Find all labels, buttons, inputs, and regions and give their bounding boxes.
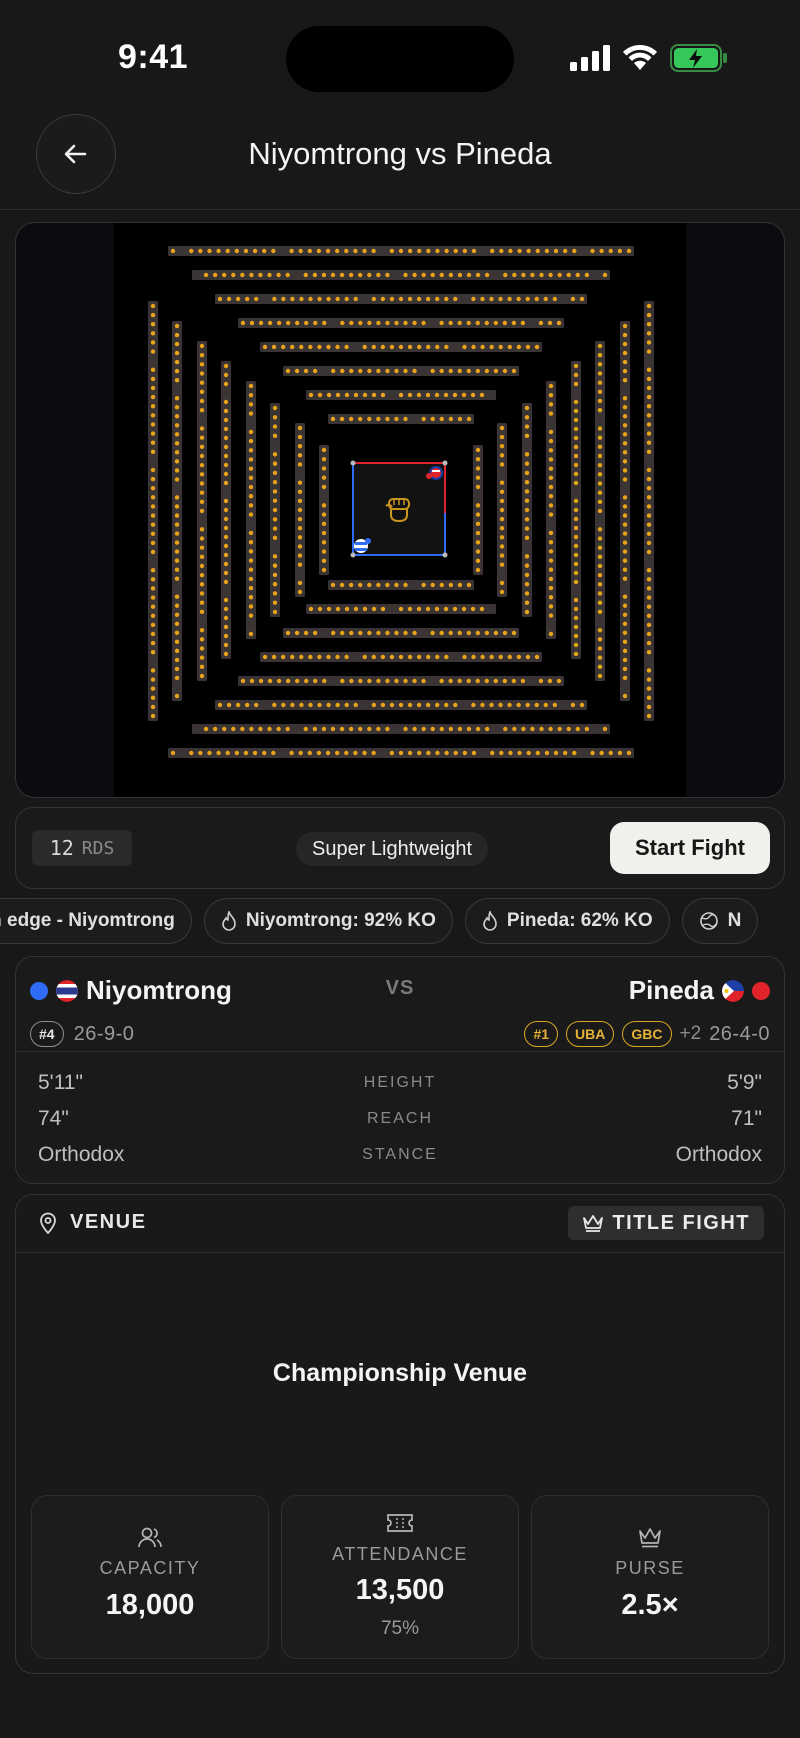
arena-seating-map <box>114 223 686 797</box>
belt-badge-uba: UBA <box>566 1021 615 1047</box>
venue-label-text: VENUE <box>70 1211 147 1233</box>
venue-section-label: VENUE <box>38 1211 146 1234</box>
rank-badge: #1 <box>524 1021 559 1047</box>
title-fight-badge: TITLE FIGHT <box>568 1206 764 1240</box>
weight-class-pill[interactable]: Super Lightweight <box>296 832 489 866</box>
belt-badge-gbc: GBC <box>622 1021 672 1047</box>
status-bar: 9:41 <box>0 0 800 110</box>
status-icons <box>570 44 728 72</box>
rounds-value: 12 <box>49 836 74 860</box>
page-title: Niyomtrong vs Pineda <box>248 136 552 171</box>
venue-name: Championship Venue <box>272 1359 528 1387</box>
signal-icon <box>570 45 610 71</box>
metric-value: 13,500 <box>355 1574 445 1606</box>
crown-icon <box>639 1528 661 1548</box>
chip-label: N <box>727 910 742 931</box>
metric-label: CAPACITY <box>99 1558 201 1578</box>
chip-reach-edge[interactable]: ach edge - Niyomtrong <box>0 898 192 944</box>
battery-charging-icon <box>670 44 727 72</box>
arena-view[interactable] <box>15 222 785 798</box>
stat-right-value: 5'9" <box>727 1071 762 1094</box>
insight-chips[interactable]: ach edge - Niyomtrong Niyomtrong: 92% KO… <box>0 898 800 946</box>
venue-card: VENUE TITLE FIGHT Championship Venue CAP… <box>15 1194 785 1674</box>
metric-sub: 75% <box>380 1618 420 1639</box>
status-time: 9:41 <box>118 38 189 76</box>
chip-label: Pineda: 62% KO <box>506 910 653 931</box>
metric-label: PURSE <box>615 1558 685 1578</box>
fighter-right-record-row: #1 UBA GBC +2 26-4-0 <box>524 1021 770 1047</box>
metric-label: ATTENDANCE <box>332 1544 468 1564</box>
venue-header: VENUE TITLE FIGHT <box>16 1195 784 1253</box>
fighter-right-record: 26-4-0 <box>709 1022 770 1045</box>
stat-right-value: 71" <box>731 1107 762 1130</box>
red-corner-dot <box>752 981 770 1000</box>
nav-header: Niyomtrong vs Pineda <box>0 110 800 210</box>
title-fight-label: TITLE FIGHT <box>612 1211 750 1234</box>
metric-attendance: ATTENDANCE 13,500 75% <box>281 1495 519 1659</box>
matchup-card: Niyomtrong VS Pineda #4 26-9-0 #1 UBA GB… <box>15 956 785 1184</box>
rounds-selector[interactable]: 12 RDS <box>32 830 132 866</box>
chip-nationality[interactable]: N <box>681 898 759 944</box>
philippines-flag-icon <box>722 979 744 1002</box>
flame-icon <box>222 911 236 931</box>
chip-pineda-ko[interactable]: Pineda: 62% KO <box>464 898 670 944</box>
fighter-left-record-row: #4 26-9-0 <box>30 1021 134 1047</box>
divider <box>16 1051 784 1052</box>
fighter-left-record: 26-9-0 <box>73 1022 135 1045</box>
more-belts-count[interactable]: +2 <box>680 1023 702 1045</box>
stat-label: STANCE <box>362 1146 438 1163</box>
users-icon <box>138 1527 162 1548</box>
stat-label: REACH <box>366 1110 433 1127</box>
rank-badge: #4 <box>30 1021 64 1047</box>
wifi-icon <box>623 44 657 70</box>
dynamic-island <box>286 26 514 92</box>
crown-icon <box>583 1215 604 1232</box>
metric-value: 18,000 <box>105 1589 195 1621</box>
stat-row-reach: 74" REACH 71" <box>16 1107 784 1143</box>
ticket-icon <box>387 1514 413 1532</box>
metric-purse: PURSE 2.5× <box>531 1495 769 1659</box>
stat-row-height: 5'11" HEIGHT 5'9" <box>16 1071 784 1107</box>
boxing-ring[interactable] <box>350 460 448 558</box>
stat-row-stance: Orthodox STANCE Orthodox <box>16 1143 784 1179</box>
start-fight-button[interactable]: Start Fight <box>610 822 770 874</box>
stat-right-value: Orthodox <box>675 1143 762 1166</box>
fighter-right[interactable]: Pineda <box>629 975 770 1006</box>
metric-value: 2.5× <box>621 1589 679 1621</box>
fight-controls: 12 RDS Super Lightweight Start Fight <box>15 807 785 889</box>
flame-icon <box>483 911 497 931</box>
stat-label: HEIGHT <box>363 1074 437 1091</box>
chip-label: Niyomtrong: 92% KO <box>245 910 436 931</box>
rounds-unit: RDS <box>81 837 115 859</box>
fighter-right-name: Pineda <box>628 975 714 1005</box>
chip-label: ach edge - Niyomtrong <box>0 910 175 931</box>
map-pin-icon <box>40 1212 56 1234</box>
chip-niyomtrong-ko[interactable]: Niyomtrong: 92% KO <box>203 898 453 944</box>
metric-capacity: CAPACITY 18,000 <box>31 1495 269 1659</box>
globe-icon <box>699 912 718 930</box>
